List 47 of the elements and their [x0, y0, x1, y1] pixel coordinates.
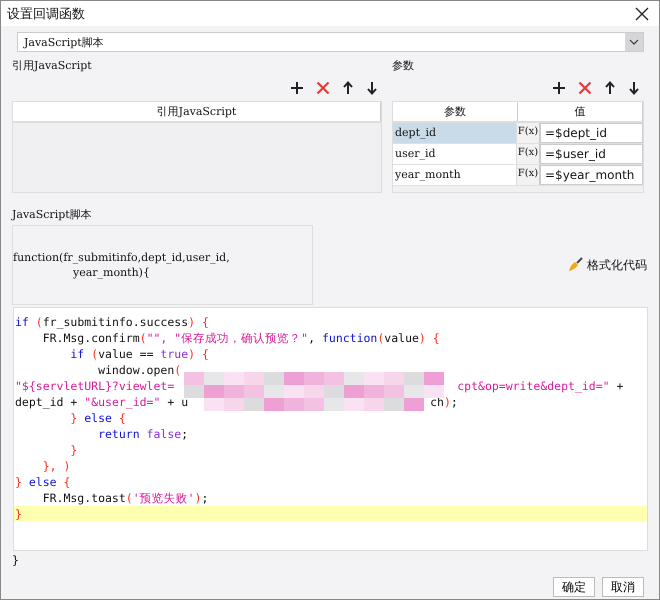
- code-line: }: [12, 553, 20, 567]
- code-line: }: [69, 442, 78, 458]
- section-label: JavaScript脚本: [12, 207, 93, 223]
- value-field[interactable]: =$year_month: [540, 165, 643, 185]
- chevron-down-icon[interactable]: [629, 39, 639, 45]
- formula-button[interactable]: F(x): [517, 123, 540, 143]
- value-field[interactable]: =$dept_id: [540, 123, 643, 143]
- ok-button[interactable]: 确定: [553, 577, 595, 597]
- column-header: 引用JavaScript: [13, 102, 381, 121]
- close-icon[interactable]: [635, 6, 649, 20]
- section-label: 参数: [392, 58, 415, 74]
- formula-button[interactable]: F(x): [517, 144, 540, 164]
- arrow-down-icon[interactable]: [366, 81, 378, 95]
- code-line: FR.Msg.toast('预览失败');: [42, 490, 208, 506]
- code-line: FR.Msg.confirm("", "保存成功，确认预览？", function(value) {: [42, 330, 440, 346]
- code-line: if (value == true) {: [69, 346, 209, 362]
- window-title: 设置回调函数: [7, 6, 85, 22]
- code-line: dept_id + "&user_id=" + u: [15, 394, 188, 410]
- code-editor[interactable]: [13, 307, 648, 551]
- delete-icon[interactable]: [578, 81, 592, 95]
- code-line: }: [15, 506, 22, 522]
- format-code-button[interactable]: 格式化代码: [567, 256, 647, 274]
- code-line: } else {: [15, 474, 70, 490]
- script-type-dropdown[interactable]: JavaScript脚本: [17, 32, 644, 52]
- add-icon[interactable]: [290, 81, 304, 95]
- column-header: 值: [518, 102, 643, 121]
- parameter-name-cell[interactable]: dept_id: [393, 123, 517, 143]
- arrow-up-icon[interactable]: [604, 81, 616, 95]
- code-line: }, ): [42, 458, 70, 474]
- code-line: } else {: [69, 410, 126, 426]
- delete-icon[interactable]: [316, 81, 330, 95]
- add-icon[interactable]: [552, 81, 566, 95]
- code-line: if (fr_submitinfo.success) {: [15, 314, 209, 330]
- section-label: 引用JavaScript: [12, 58, 93, 74]
- cancel-button[interactable]: 取消: [602, 577, 644, 597]
- formula-button[interactable]: F(x): [517, 165, 540, 185]
- function-signature: function(fr_submitinfo,dept_id,user_id, year_month){: [12, 225, 313, 305]
- code-line: cpt&op=write&dept_id=" +: [457, 378, 624, 394]
- code-line: window.open(: [97, 362, 182, 378]
- code-line: "${servletURL}?viewlet=: [15, 378, 174, 394]
- broom-icon[interactable]: [567, 257, 583, 273]
- code-line: return false;: [97, 426, 188, 442]
- code-line: ch);: [430, 394, 458, 410]
- arrow-down-icon[interactable]: [628, 81, 640, 95]
- value-field[interactable]: =$user_id: [540, 144, 643, 164]
- arrow-up-icon[interactable]: [342, 81, 354, 95]
- column-header: 参数: [393, 102, 518, 121]
